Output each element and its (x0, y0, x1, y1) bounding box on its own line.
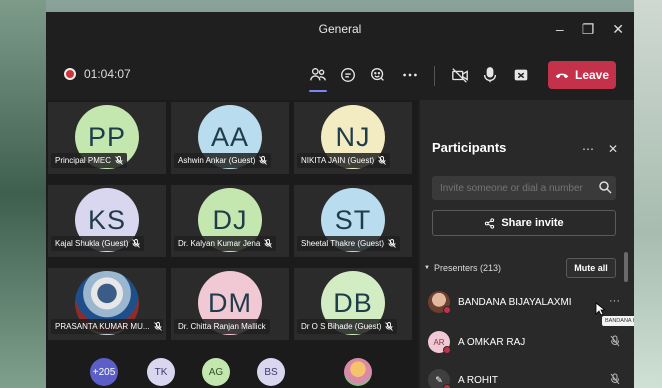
avatar: AR (428, 331, 451, 354)
participant-name: Principal PMEC (55, 156, 112, 165)
presenters-count: Presenters (213) (433, 263, 501, 273)
share-invite-button[interactable]: Share invite (432, 210, 616, 236)
participant-list-item[interactable]: AR A OMKAR RAJ (428, 328, 628, 356)
participant-tile[interactable]: PP Principal PMEC (48, 102, 166, 174)
mic-muted-icon (132, 239, 141, 248)
participant-photo-avatar[interactable] (344, 358, 372, 386)
panel-scrollbar[interactable] (624, 252, 628, 282)
participant-tile[interactable]: DJ Dr. Kalyan Kumar Jena (171, 185, 289, 257)
participant-tile[interactable]: ST Sheetal Thakre (Guest) (294, 185, 412, 257)
mic-muted-icon (264, 239, 273, 248)
avatar[interactable]: TK (147, 358, 175, 386)
microphone-icon[interactable] (478, 63, 502, 87)
share-icon (485, 217, 495, 229)
mic-muted-icon (378, 156, 387, 165)
room-right-edge (634, 0, 662, 388)
mic-muted-icon (388, 239, 396, 248)
share-invite-label: Share invite (501, 217, 564, 229)
video-stage: PP Principal PMEC AA Ashwin Ankar (Guest… (46, 100, 418, 388)
restore-icon[interactable]: ❐ (582, 21, 595, 38)
window-controls: – ❐ ✕ (556, 12, 624, 46)
status-badge (443, 306, 451, 314)
minimize-icon[interactable]: – (556, 21, 564, 37)
toolbar-divider (434, 66, 435, 86)
participant-name-label: Dr O S Bihade (Guest) (297, 319, 398, 334)
meeting-timer: 01:04:07 (84, 67, 131, 81)
participant-name-label: Dr. Kalyan Kumar Jena (174, 236, 277, 251)
mouse-cursor-icon (595, 302, 605, 316)
participants-panel: Participants ⋯ ✕ Share invite ▼ Presente… (420, 100, 634, 388)
mute-all-button[interactable]: Mute all (566, 258, 616, 278)
participant-name: Dr O S Bihade (Guest) (301, 322, 382, 331)
more-options-icon[interactable]: ··· (609, 295, 620, 307)
mic-muted-icon (610, 335, 620, 350)
meeting-toolbar: 01:04:07 Leave (46, 54, 634, 96)
participant-tile[interactable]: PRASANTA KUMAR MU... (48, 268, 166, 340)
participant-tile[interactable]: KS Kajal Shukla (Guest) (48, 185, 166, 257)
participant-name: NIKITA JAIN (Guest) (301, 156, 375, 165)
share-screen-icon[interactable] (509, 63, 533, 87)
panel-title: Participants (432, 140, 507, 155)
status-badge (443, 384, 451, 388)
participant-name: Dr. Kalyan Kumar Jena (178, 239, 261, 248)
participant-name: Kajal Shukla (Guest) (55, 239, 129, 248)
participant-name: A ROHIT (458, 374, 499, 386)
people-icon[interactable] (306, 63, 330, 92)
participant-name-label: Ashwin Ankar (Guest) (174, 153, 272, 168)
mic-muted-icon (385, 322, 394, 331)
participant-name: PRASANTA KUMAR MU... (55, 322, 150, 331)
mic-muted-icon (115, 156, 123, 165)
overflow-participants-row: +205 TK AG BS (46, 356, 418, 388)
participant-list-item[interactable]: ✎ A ROHIT (428, 366, 628, 388)
phone-hangup-icon (555, 73, 569, 78)
participant-name-label: Principal PMEC (51, 153, 128, 168)
participant-name-label: Dr. Chitta Ranjan Mallick (174, 319, 270, 334)
chat-icon[interactable] (336, 63, 360, 87)
more-options-icon[interactable] (398, 63, 422, 87)
teams-meeting-window: General – ❐ ✕ 01:04:07 Leave PP Principa… (46, 12, 634, 388)
avatar-initials: AR (433, 337, 445, 347)
participant-name: Ashwin Ankar (Guest) (178, 156, 256, 165)
mic-muted-icon (153, 322, 162, 331)
avatar[interactable]: AG (202, 358, 230, 386)
recording-indicator-icon (64, 68, 76, 80)
search-icon (599, 181, 612, 194)
leave-button[interactable]: Leave (548, 61, 616, 89)
more-options-icon[interactable]: ⋯ (582, 142, 594, 156)
participant-tile[interactable]: NJ NIKITA JAIN (Guest) (294, 102, 412, 174)
close-window-icon[interactable]: ✕ (612, 21, 624, 38)
participant-name: Dr. Chitta Ranjan Mallick (178, 322, 266, 331)
title-bar: General – ❐ ✕ (46, 12, 634, 46)
leave-label: Leave (574, 68, 610, 82)
presenters-section-header[interactable]: ▼ Presenters (213) (424, 263, 501, 273)
window-title: General (318, 22, 362, 36)
participant-name-label: Sheetal Thakre (Guest) (297, 236, 401, 251)
status-badge (443, 346, 451, 354)
name-tooltip: BANDANA BIJAYALAXMI (602, 316, 634, 326)
participant-tile[interactable]: AA Ashwin Ankar (Guest) (171, 102, 289, 174)
avatar (428, 291, 451, 314)
mic-muted-icon (259, 156, 268, 165)
avatar[interactable]: BS (257, 358, 285, 386)
participant-tile[interactable]: DB Dr O S Bihade (Guest) (294, 268, 412, 340)
close-panel-icon[interactable]: ✕ (608, 142, 618, 156)
participant-name-label: PRASANTA KUMAR MU... (51, 319, 163, 334)
camera-off-icon[interactable] (448, 63, 472, 87)
participant-name: A OMKAR RAJ (458, 336, 526, 348)
panel-controls: ⋯ ✕ (582, 142, 618, 156)
more-participants-button[interactable]: +205 (90, 358, 118, 386)
room-left-edge (0, 0, 46, 388)
participant-name-label: NIKITA JAIN (Guest) (297, 153, 391, 168)
reactions-icon[interactable] (366, 63, 390, 87)
participant-name: Sheetal Thakre (Guest) (301, 239, 385, 248)
participant-name-label: Kajal Shukla (Guest) (51, 236, 145, 251)
mic-muted-icon (610, 373, 620, 388)
participant-name: BANDANA BIJAYALAXMI (458, 296, 572, 308)
invite-input[interactable] (432, 176, 616, 200)
participant-tile[interactable]: DM Dr. Chitta Ranjan Mallick (171, 268, 289, 340)
chevron-down-icon: ▼ (424, 265, 430, 271)
avatar: ✎ (428, 369, 451, 388)
